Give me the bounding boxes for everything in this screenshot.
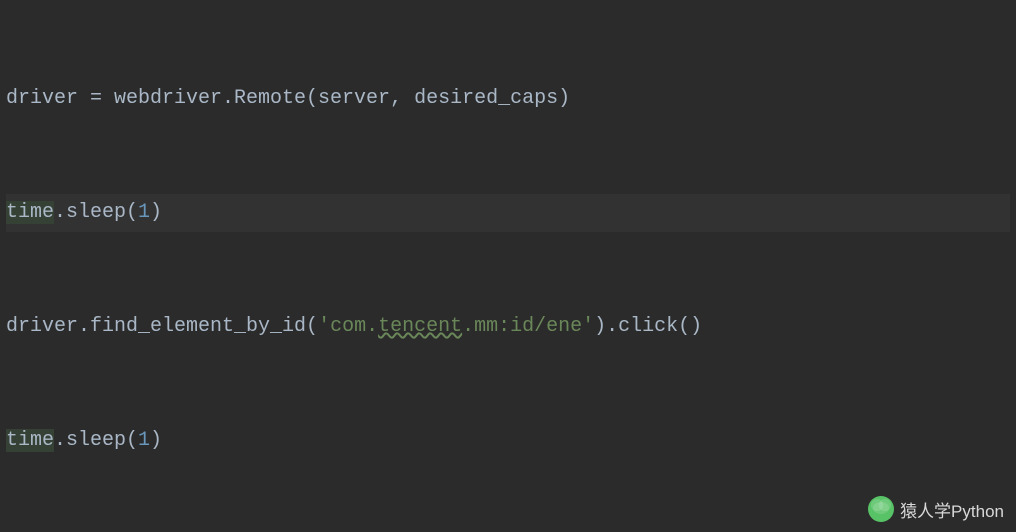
watermark-text: 猿人学Python — [900, 497, 1004, 522]
code-line: driver.find_element_by_id('com.tencent.m… — [6, 308, 1010, 346]
code-line: driver = webdriver.Remote(server, desire… — [6, 80, 1010, 118]
watermark: 猿人学Python — [868, 496, 1004, 522]
code-editor: driver = webdriver.Remote(server, desire… — [0, 0, 1016, 532]
code-line: time.sleep(1) — [6, 422, 1010, 460]
code-line-current: time.sleep(1) — [6, 194, 1010, 232]
wechat-icon — [868, 496, 894, 522]
code-text: driver = webdriver.Remote(server, desire… — [6, 87, 570, 110]
time-ref: time — [6, 429, 54, 452]
time-ref: time — [6, 201, 54, 224]
